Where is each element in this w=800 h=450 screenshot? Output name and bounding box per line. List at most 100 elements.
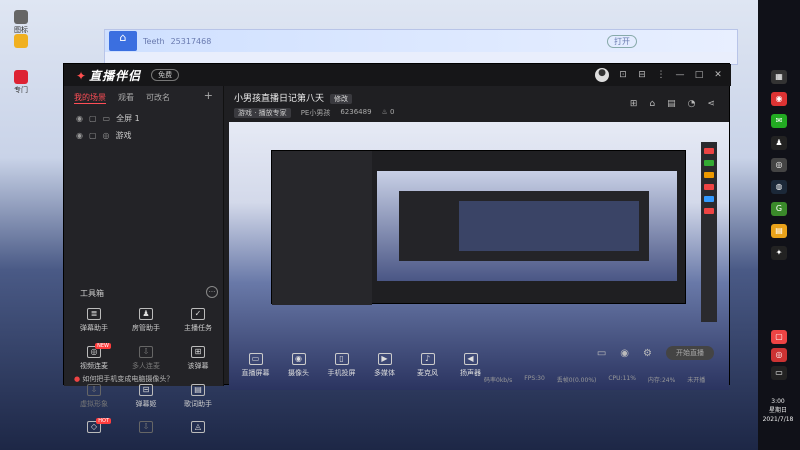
bell-icon[interactable]: ◔ bbox=[688, 99, 696, 109]
phone-cast-button[interactable]: ▯ 手机投屏 bbox=[320, 353, 363, 378]
lock-icon[interactable]: ▢ bbox=[89, 131, 97, 140]
app-titlebar: ✦ 直播伴侣 免费 ● ⊡ ⊟ ⋮ — □ ✕ bbox=[64, 64, 731, 86]
eye-icon[interactable]: ◉ bbox=[620, 348, 629, 359]
time: 3:00 bbox=[771, 398, 785, 405]
record-icon[interactable]: ▭ bbox=[597, 348, 606, 359]
message-icon[interactable]: ⊡ bbox=[618, 70, 628, 80]
lock-icon[interactable]: ▢ bbox=[89, 114, 97, 123]
skin-icon[interactable]: ⊟ bbox=[637, 70, 647, 80]
streamer-name: PE小男孩 bbox=[300, 109, 331, 117]
screen-icon: ▭ bbox=[248, 353, 263, 365]
eye-icon[interactable]: ◉ bbox=[76, 131, 83, 140]
tool-room-admin[interactable]: ♟ 房管助手 bbox=[121, 308, 171, 333]
tray-icon[interactable]: ▢ bbox=[771, 330, 787, 344]
clock[interactable]: 3:00 星期日 2021/7/18 bbox=[758, 397, 798, 424]
board-icon: ⊞ bbox=[191, 346, 205, 358]
tool-multi-link[interactable]: ⇩ 多人连麦 bbox=[121, 346, 171, 371]
add-scene-icon[interactable]: + bbox=[204, 90, 213, 104]
weekday: 星期日 bbox=[768, 407, 787, 414]
monitor-icon: ▭ bbox=[102, 114, 111, 123]
desktop-icon[interactable]: 专门 bbox=[10, 70, 32, 95]
tool-danmu-ji[interactable]: ⊟ 弹幕姬 bbox=[121, 384, 171, 409]
nested-preview bbox=[271, 150, 686, 305]
edit-title-button[interactable]: 修改 bbox=[330, 94, 353, 104]
nested-screen-3 bbox=[459, 201, 639, 251]
logo-icon: ✦ bbox=[76, 68, 88, 83]
gift-icon[interactable]: ⊞ bbox=[630, 99, 638, 109]
close-button[interactable]: ✕ bbox=[713, 70, 723, 80]
scene-label: 游戏 bbox=[115, 131, 132, 140]
tool-car[interactable]: ◬ bbox=[173, 421, 223, 436]
wechat-icon[interactable]: ✉ bbox=[771, 114, 787, 128]
memory-usage: 内存:24% bbox=[647, 377, 676, 384]
shop-icon[interactable]: ▤ bbox=[667, 99, 676, 109]
tool-video-link[interactable]: NEW ◎ 视频连麦 bbox=[69, 343, 119, 371]
tab-my-scenes[interactable]: 我的场景 bbox=[74, 92, 106, 104]
steam-icon[interactable]: ◍ bbox=[771, 180, 787, 194]
streaming-app-window[interactable]: ✦ 直播伴侣 免费 ● ⊡ ⊟ ⋮ — □ ✕ 我的场景 观看 可改名 + ◉ ▢… bbox=[63, 63, 731, 433]
admin-icon: ♟ bbox=[139, 308, 153, 320]
app-icon[interactable]: ▤ bbox=[771, 224, 787, 238]
tool-virtual-avatar[interactable]: ⇩ 虚拟形象 bbox=[69, 384, 119, 409]
camera-button[interactable]: ◉ 摄像头 bbox=[277, 353, 320, 378]
background-window-title: Teeth bbox=[143, 36, 165, 46]
tool-lyrics[interactable]: ▤ 歌词助手 bbox=[173, 384, 223, 409]
tab-watch[interactable]: 观看 bbox=[118, 92, 134, 104]
game-icon[interactable]: G bbox=[771, 202, 787, 216]
help-link[interactable]: ● 如何把手机变成电脑摄像头？ bbox=[74, 374, 173, 384]
background-window-button[interactable]: 打开 bbox=[607, 34, 637, 48]
chrome-icon[interactable]: ◉ bbox=[771, 92, 787, 106]
app-icon bbox=[14, 10, 28, 24]
scene-item[interactable]: ◉ ▢ ▭ 全屏 1 bbox=[64, 110, 223, 127]
scene-item[interactable]: ◉ ▢ ◎ 游戏 bbox=[64, 127, 223, 144]
more-icon[interactable]: ··· bbox=[206, 286, 218, 298]
microphone-button[interactable]: ♪ 麦克风 bbox=[406, 353, 449, 378]
desktop-icon[interactable] bbox=[10, 34, 32, 49]
status-bar: 码率0kb/s FPS:30 丢帧0(0.00%) CPU:11% 内存:24%… bbox=[484, 375, 705, 384]
maximize-button[interactable]: □ bbox=[694, 70, 704, 80]
desktop-icon[interactable]: 图标 bbox=[10, 10, 32, 35]
eye-icon[interactable]: ◉ bbox=[76, 114, 83, 123]
background-app-window[interactable]: ⌂ Teeth 25317468 打开 bbox=[104, 29, 738, 65]
version-pill[interactable]: 免费 bbox=[151, 69, 180, 81]
tool-hot[interactable]: HOT ◇ bbox=[69, 418, 119, 436]
fans-count: ♨ 0 bbox=[381, 108, 395, 116]
avatar[interactable]: ● bbox=[595, 68, 609, 82]
tool-host-tasks[interactable]: ✓ 主播任务 bbox=[173, 308, 223, 333]
tray-icon[interactable]: ◎ bbox=[771, 348, 787, 362]
scene-tabs: 我的场景 观看 可改名 + bbox=[64, 86, 223, 110]
nested-screen bbox=[377, 171, 677, 281]
share-icon[interactable]: ⋖ bbox=[707, 99, 715, 109]
car-icon: ◬ bbox=[191, 421, 205, 433]
game-icon: ◎ bbox=[102, 131, 110, 140]
category-selector[interactable]: 游戏 · 播放专家 bbox=[234, 108, 291, 118]
stream-meta: 游戏 · 播放专家 PE小男孩 6236489 ♨ 0 bbox=[234, 108, 395, 118]
download-icon: ⇩ bbox=[87, 384, 101, 396]
lyrics-icon: ▤ bbox=[191, 384, 205, 396]
qq-icon[interactable]: ♟ bbox=[771, 136, 787, 150]
tray-icon[interactable]: ▭ bbox=[771, 366, 787, 380]
tool-download[interactable]: ⇩ bbox=[121, 421, 171, 436]
lock-icon[interactable]: ⌂ bbox=[649, 99, 655, 109]
start-stream-button[interactable]: 开始直播 bbox=[666, 346, 714, 360]
tool-danmu-board[interactable]: ⊞ 该弹幕 bbox=[173, 346, 223, 371]
menu-icon[interactable]: ⋮ bbox=[656, 70, 666, 80]
minimize-button[interactable]: — bbox=[675, 70, 685, 80]
settings-icon[interactable]: ⚙ bbox=[643, 348, 652, 359]
app-icon[interactable]: ◎ bbox=[771, 158, 787, 172]
nested-left-panel bbox=[272, 151, 372, 305]
download-icon: ⇩ bbox=[139, 421, 153, 433]
screen-capture-button[interactable]: ▭ 直播屏幕 bbox=[234, 353, 277, 378]
streaming-app-icon[interactable]: ✦ bbox=[771, 246, 787, 260]
multimedia-button[interactable]: ▶ 多媒体 bbox=[363, 353, 406, 378]
stream-actions: ▭ ◉ ⚙ 开始直播 bbox=[597, 346, 714, 360]
source-controls: ▭ 直播屏幕 ◉ 摄像头 ▯ 手机投屏 ▶ 多媒体 ♪ 麦克风 ◀ 扬声器 ▭ ◉ ⚙ 开始… bbox=[234, 346, 724, 378]
mic-icon: ♪ bbox=[420, 353, 435, 365]
download-icon: ⇩ bbox=[139, 346, 153, 358]
home-icon[interactable]: ⌂ bbox=[109, 31, 137, 51]
tab-rename[interactable]: 可改名 bbox=[146, 92, 170, 104]
app-icon[interactable]: ▦ bbox=[771, 70, 787, 84]
phone-icon: ▯ bbox=[334, 353, 349, 365]
tool-danmu-helper[interactable]: ≣ 弹幕助手 bbox=[69, 308, 119, 333]
header-tools: ⊞ ⌂ ▤ ◔ ⋖ bbox=[630, 99, 715, 109]
